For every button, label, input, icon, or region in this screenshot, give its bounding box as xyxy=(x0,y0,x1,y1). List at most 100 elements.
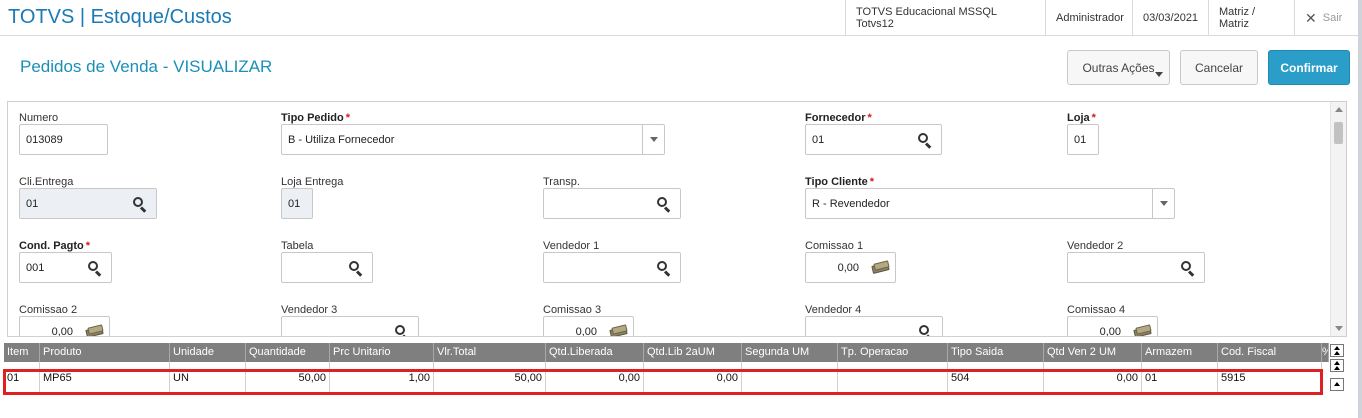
comissao4-label: Comissao 4 xyxy=(1067,304,1126,316)
search-icon[interactable] xyxy=(395,325,409,336)
cell-quantidade: 50,00 xyxy=(246,362,330,395)
tipo-pedido-select[interactable]: B - Utiliza Fornecedor xyxy=(281,124,665,155)
loja-field[interactable]: 01 xyxy=(1067,124,1099,155)
vendedor4-field[interactable] xyxy=(805,316,943,336)
form-scrollbar[interactable] xyxy=(1330,102,1346,336)
col-prc-unitario[interactable]: Prc Unitario xyxy=(330,343,434,362)
cell-item: 01 xyxy=(4,362,40,395)
comissao3-label: Comissao 3 xyxy=(543,304,602,316)
fornecedor-label: Fornecedor * xyxy=(805,112,872,124)
col-percent[interactable]: % xyxy=(1322,343,1329,362)
money-icon[interactable] xyxy=(609,324,628,336)
chevron-down-icon[interactable] xyxy=(642,125,664,154)
comissao3-field[interactable]: 0,00 xyxy=(543,316,634,337)
cell-produto: MP65 xyxy=(40,362,170,395)
cond-pagto-label: Cond. Pagto * xyxy=(19,240,91,252)
cond-pagto-field[interactable]: 001 xyxy=(19,252,112,283)
comissao2-value: 0,00 xyxy=(51,325,73,337)
more-actions-button[interactable]: Outras Ações xyxy=(1067,50,1170,85)
col-unidade[interactable]: Unidade xyxy=(170,343,246,362)
col-item[interactable]: Item xyxy=(4,343,40,362)
cond-pagto-value: 001 xyxy=(26,261,45,274)
comissao4-value: 0,00 xyxy=(1099,325,1121,337)
col-qtd-ven-2um[interactable]: Qtd Ven 2 UM xyxy=(1044,343,1142,362)
cell-tipo-saida: 504 xyxy=(948,362,1044,395)
chevron-down-icon[interactable] xyxy=(1152,189,1174,218)
cell-cod-fiscal: 5915 xyxy=(1218,362,1322,395)
app-title: TOTVS | Estoque/Custos xyxy=(8,6,232,28)
cli-entrega-label: Cli.Entrega xyxy=(19,176,74,188)
scroll-thumb[interactable] xyxy=(1334,122,1343,144)
fornecedor-field[interactable]: 01 xyxy=(805,124,942,155)
search-icon[interactable] xyxy=(918,133,932,149)
comissao3-value: 0,00 xyxy=(575,325,597,337)
cell-qtd-liberada: 0,00 xyxy=(546,362,644,395)
col-tp-operacao[interactable]: Tp. Operacao xyxy=(838,343,948,362)
loja-label: Loja * xyxy=(1067,112,1096,124)
col-cod-fiscal[interactable]: Cod. Fiscal xyxy=(1218,343,1322,362)
money-icon[interactable] xyxy=(85,324,104,336)
col-quantidade[interactable]: Quantidade xyxy=(246,343,330,362)
col-armazem[interactable]: Armazem xyxy=(1142,343,1218,362)
user-label: Administrador xyxy=(1045,0,1132,36)
money-icon[interactable] xyxy=(871,260,890,274)
search-icon[interactable] xyxy=(349,261,363,277)
comissao1-label: Comissao 1 xyxy=(805,240,864,252)
cancel-button[interactable]: Cancelar xyxy=(1180,50,1258,85)
table-row[interactable]: 01 MP65 UN 50,00 1,00 50,00 0,00 0,00 50… xyxy=(4,362,1329,395)
cell-unidade: UN xyxy=(170,362,246,395)
comissao2-label: Comissao 2 xyxy=(19,304,78,316)
top-bar: TOTVS | Estoque/Custos TOTVS Educacional… xyxy=(0,0,1362,36)
search-icon[interactable] xyxy=(88,261,102,277)
tipo-cliente-value: R - Revendedor xyxy=(812,197,890,210)
vendedor1-field[interactable] xyxy=(543,252,681,283)
exit-button[interactable]: ✕ Sair xyxy=(1294,0,1358,36)
loja-entrega-field[interactable]: 01 xyxy=(281,188,313,219)
comissao1-value: 0,00 xyxy=(837,261,859,274)
numero-label: Numero xyxy=(19,112,59,124)
comissao1-field[interactable]: 0,00 xyxy=(805,252,896,283)
grid-nav-buttons xyxy=(1330,344,1346,393)
date-label: 03/03/2021 xyxy=(1132,0,1208,36)
numero-field[interactable]: 013089 xyxy=(19,124,108,155)
col-qtd-lib-2aum[interactable]: Qtd.Lib 2aUM xyxy=(644,343,742,362)
comissao2-field[interactable]: 0,00 xyxy=(19,316,110,337)
transp-field[interactable] xyxy=(543,188,681,219)
items-grid: Item Produto Unidade Quantidade Prc Unit… xyxy=(4,343,1329,418)
cell-armazem: 01 xyxy=(1142,362,1218,395)
comissao4-field[interactable]: 0,00 xyxy=(1067,316,1158,337)
cell-tp-operacao xyxy=(838,362,948,395)
money-icon[interactable] xyxy=(1133,324,1152,336)
col-qtd-liberada[interactable]: Qtd.Liberada xyxy=(546,343,644,362)
vendedor3-field[interactable] xyxy=(281,316,419,336)
search-icon[interactable] xyxy=(657,197,671,213)
search-icon[interactable] xyxy=(1181,261,1195,277)
search-icon[interactable] xyxy=(133,197,147,213)
tipo-cliente-label: Tipo Cliente * xyxy=(805,176,875,188)
tabela-field[interactable] xyxy=(281,252,373,283)
scroll-down-icon[interactable] xyxy=(1335,326,1343,331)
exit-label: Sair xyxy=(1322,12,1343,24)
page-up-button[interactable] xyxy=(1330,359,1344,372)
environment-label: TOTVS Educacional MSSQL Totvs12 xyxy=(845,0,1045,36)
scroll-up-icon[interactable] xyxy=(1335,107,1343,112)
search-icon[interactable] xyxy=(657,261,671,277)
first-record-button[interactable] xyxy=(1330,344,1344,357)
confirm-button[interactable]: Confirmar xyxy=(1268,50,1350,85)
tipo-pedido-label: Tipo Pedido * xyxy=(281,112,351,124)
search-icon[interactable] xyxy=(919,325,933,336)
col-vlr-total[interactable]: Vlr.Total xyxy=(434,343,546,362)
col-segunda-um[interactable]: Segunda UM xyxy=(742,343,838,362)
cli-entrega-field[interactable]: 01 xyxy=(19,188,157,219)
cli-entrega-value: 01 xyxy=(26,197,39,210)
col-produto[interactable]: Produto xyxy=(40,343,170,362)
vendedor3-label: Vendedor 3 xyxy=(281,304,338,316)
branch-label[interactable]: Matriz / Matriz xyxy=(1208,0,1294,36)
cell-vlr-total: 50,00 xyxy=(434,362,546,395)
cell-percent xyxy=(1322,362,1329,395)
close-icon: ✕ xyxy=(1305,9,1317,26)
col-tipo-saida[interactable]: Tipo Saida xyxy=(948,343,1044,362)
previous-record-button[interactable] xyxy=(1330,378,1344,391)
vendedor2-field[interactable] xyxy=(1067,252,1205,283)
tipo-cliente-select[interactable]: R - Revendedor xyxy=(805,188,1175,219)
